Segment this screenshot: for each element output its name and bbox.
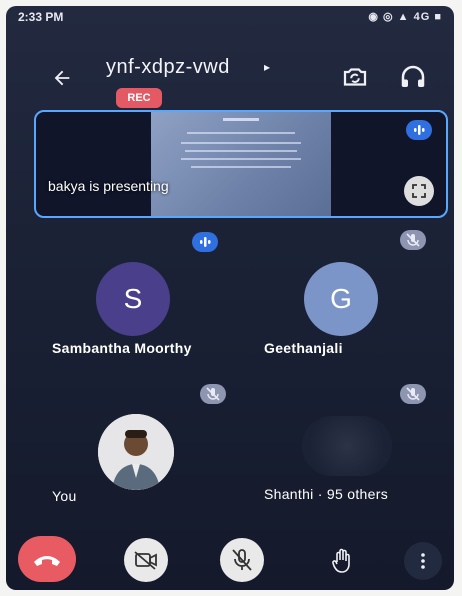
arrow-back-icon — [54, 70, 70, 86]
mic-off-icon — [232, 549, 252, 571]
presentation-tile[interactable]: bakya is presenting — [34, 110, 448, 218]
raise-hand-button[interactable] — [324, 542, 362, 580]
others-tile[interactable] — [302, 416, 392, 476]
muted-indicator — [200, 384, 226, 404]
mic-off-icon — [206, 387, 220, 401]
status-icons: ◉ ◎ ▲ 4G ■ — [368, 11, 442, 23]
status-time: 2:33 PM — [18, 10, 64, 24]
participant-name: Sambantha Moorthy — [52, 340, 192, 356]
fullscreen-button[interactable] — [404, 176, 434, 206]
mic-toggle-button[interactable] — [220, 538, 264, 582]
presenter-audio-indicator — [406, 120, 432, 140]
meeting-code[interactable]: ynf-xdpz-vwd — [106, 56, 230, 79]
end-call-button[interactable] — [18, 536, 76, 582]
muted-indicator — [400, 230, 426, 250]
participant-avatar[interactable]: G — [304, 262, 378, 336]
presenter-label: bakya is presenting — [48, 178, 169, 194]
presented-slide — [151, 112, 331, 216]
headphones-icon — [401, 65, 425, 87]
person-photo-icon — [98, 414, 174, 490]
more-vert-icon — [421, 553, 425, 569]
participant-name: Shanthi · 95 others — [264, 486, 388, 502]
back-button[interactable] — [46, 64, 78, 92]
audio-output-button[interactable] — [398, 62, 428, 92]
audio-levels-icon — [200, 237, 211, 247]
participant-avatar[interactable]: S — [96, 262, 170, 336]
call-header: ynf-xdpz-vwd ▸ REC — [6, 44, 454, 108]
muted-indicator — [400, 384, 426, 404]
status-bar: 2:33 PM ◉ ◎ ▲ 4G ■ — [6, 6, 454, 28]
meeting-details-chevron-icon[interactable]: ▸ — [264, 60, 270, 74]
more-options-button[interactable] — [404, 542, 442, 580]
slide-text-lines — [181, 118, 301, 168]
meet-call-screen: 2:33 PM ◉ ◎ ▲ 4G ■ ynf-xdpz-vwd ▸ REC ba… — [6, 6, 454, 590]
fullscreen-icon — [412, 184, 426, 198]
self-avatar-photo[interactable] — [98, 414, 174, 490]
audio-levels-icon — [414, 125, 425, 135]
participant-name: Geethanjali — [264, 340, 343, 356]
call-controls — [6, 536, 454, 590]
participant-name: You — [52, 488, 77, 504]
raise-hand-icon — [332, 548, 350, 573]
mic-off-icon — [406, 233, 420, 247]
camera-toggle-button[interactable] — [124, 538, 168, 582]
recording-badge: REC — [116, 88, 162, 108]
switch-camera-button[interactable] — [340, 62, 370, 92]
mic-off-icon — [406, 387, 420, 401]
end-call-icon — [34, 556, 60, 566]
speaking-indicator — [192, 232, 218, 252]
camera-off-icon — [134, 551, 157, 570]
switch-camera-icon — [343, 68, 367, 86]
